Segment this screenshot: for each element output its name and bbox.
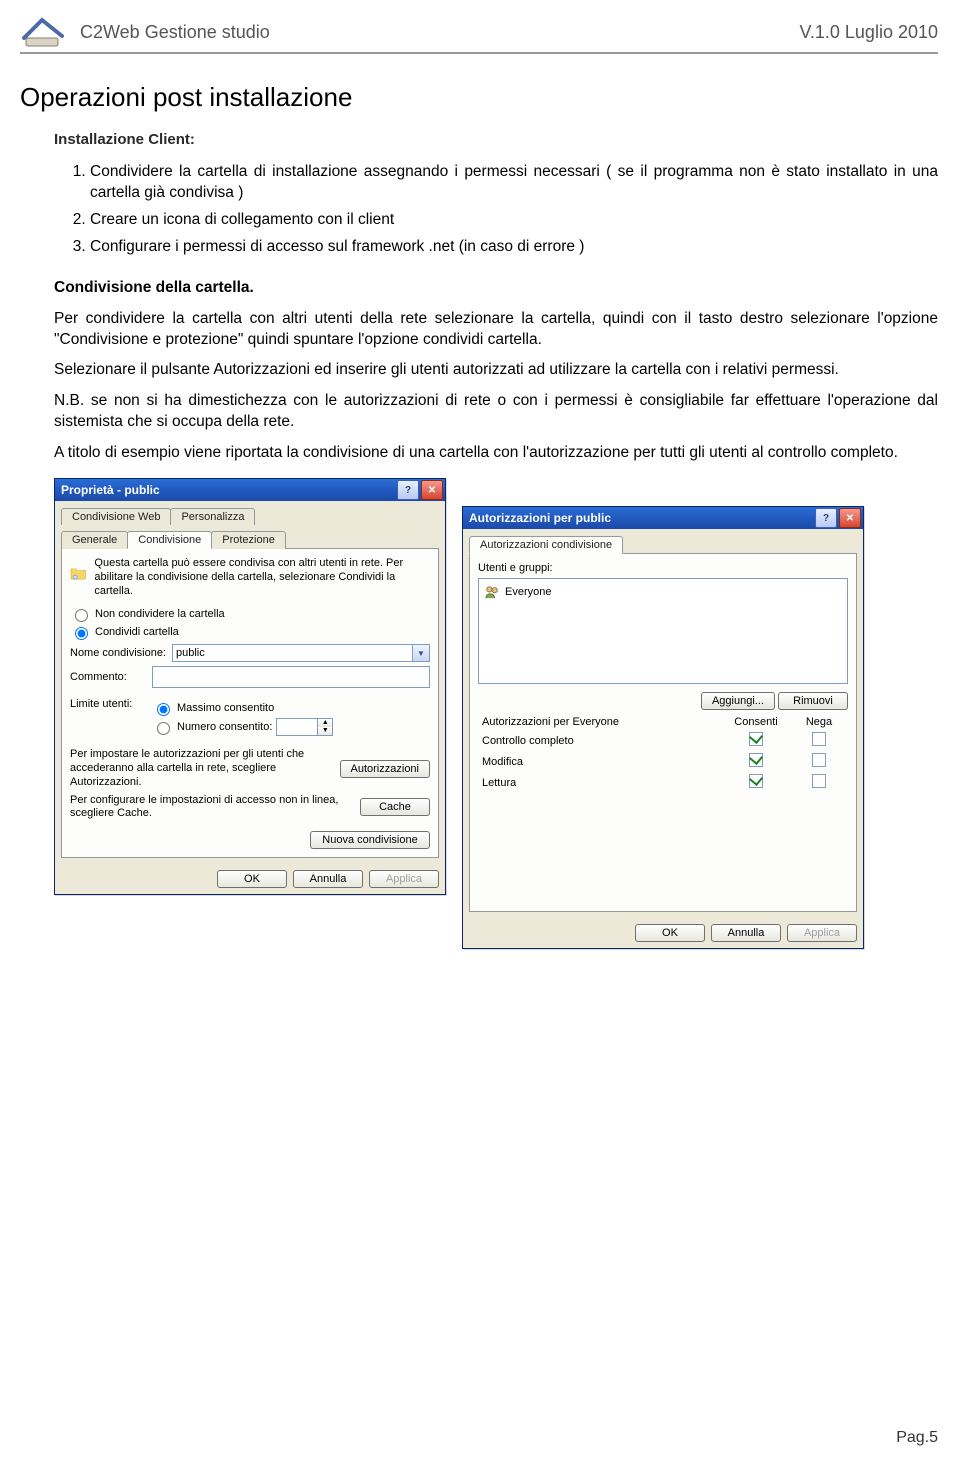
cache-text: Per configurare le impostazioni di acces…: [70, 794, 354, 822]
permissions-panel: Utenti e gruppi: Everyone Aggiungi... Ri…: [469, 553, 857, 912]
deny-checkbox[interactable]: [812, 753, 826, 767]
dialog-permissions: Autorizzazioni per public ? ✕ Autorizzaz…: [462, 506, 864, 949]
perm-name: Lettura: [478, 772, 722, 793]
users-groups-label: Utenti e gruppi:: [478, 562, 848, 574]
header-left: C2Web Gestione studio: [80, 22, 270, 43]
dialog-permissions-title: Autorizzazioni per public: [469, 511, 611, 525]
para-1: Per condividere la cartella con altri ut…: [54, 309, 938, 351]
new-share-button[interactable]: Nuova condivisione: [310, 831, 430, 849]
radio-max-allowed[interactable]: Massimo consentito: [152, 700, 430, 716]
close-icon[interactable]: ✕: [421, 480, 443, 500]
radio-num-label: Numero consentito:: [177, 721, 272, 733]
tabs-row-2: Generale Condivisione Protezione: [55, 524, 457, 548]
tab-security[interactable]: Protezione: [211, 531, 286, 549]
radio-num-allowed[interactable]: Numero consentito: ▲▼: [152, 718, 430, 736]
radio-max-input[interactable]: [157, 703, 170, 716]
dialog-properties-buttons: OK Annulla Applica: [55, 864, 445, 894]
apply-button[interactable]: Applica: [787, 924, 857, 942]
dialog-properties-title: Proprietà - public: [61, 483, 160, 497]
users-listbox[interactable]: Everyone: [478, 578, 848, 684]
sharing-info-text: Questa cartella può essere condivisa con…: [94, 557, 430, 598]
tab-web-sharing[interactable]: Condivisione Web: [61, 508, 171, 525]
tab-share-permissions[interactable]: Autorizzazioni condivisione: [469, 536, 623, 554]
shared-folder-icon: [70, 557, 86, 589]
help-icon[interactable]: ?: [397, 480, 419, 500]
cache-button[interactable]: Cache: [360, 798, 430, 816]
step-1: Condividere la cartella di installazione…: [90, 162, 938, 204]
dialog-permissions-tabs: Autorizzazioni condivisione: [463, 529, 863, 553]
subhead-install-client: Installazione Client:: [54, 131, 938, 148]
close-icon[interactable]: ✕: [839, 508, 861, 528]
deny-checkbox[interactable]: [812, 774, 826, 788]
perm-row-full-control: Controllo completo: [478, 730, 848, 751]
chevron-down-icon[interactable]: ▼: [318, 727, 332, 735]
add-user-button[interactable]: Aggiungi...: [701, 692, 775, 710]
subhead-share-folder: Condivisione della cartella.: [54, 278, 938, 299]
install-steps: Condividere la cartella di installazione…: [90, 162, 938, 258]
help-icon[interactable]: ?: [815, 508, 837, 528]
allow-checkbox[interactable]: [749, 732, 763, 746]
chevron-up-icon[interactable]: ▲: [318, 719, 332, 727]
radio-share-label: Condividi cartella: [95, 626, 179, 638]
step-3: Configurare i permessi di accesso sul fr…: [90, 237, 938, 258]
col-allow: Consenti: [722, 714, 790, 730]
cancel-button[interactable]: Annulla: [711, 924, 781, 942]
dialog-permissions-titlebar[interactable]: Autorizzazioni per public ? ✕: [463, 507, 863, 529]
share-name-label: Nome condivisione:: [70, 647, 166, 659]
ok-button[interactable]: OK: [635, 924, 705, 942]
radio-max-label: Massimo consentito: [177, 702, 274, 714]
header-right: V.1.0 Luglio 2010: [800, 22, 938, 43]
para-3: N.B. se non si ha dimestichezza con le a…: [54, 391, 938, 433]
radio-num-input[interactable]: [157, 722, 170, 735]
comment-label: Commento:: [70, 671, 146, 683]
chevron-down-icon[interactable]: ▼: [412, 645, 429, 661]
para-4: A titolo di esempio viene riportata la c…: [54, 443, 938, 464]
perm-name: Modifica: [478, 751, 722, 772]
logo-icon: [20, 14, 68, 50]
radio-share-input[interactable]: [75, 627, 88, 640]
allow-checkbox[interactable]: [749, 774, 763, 788]
remove-user-button[interactable]: Rimuovi: [778, 692, 848, 710]
share-name-input[interactable]: [172, 644, 430, 662]
cancel-button[interactable]: Annulla: [293, 870, 363, 888]
dialog-permissions-buttons: OK Annulla Applica: [463, 918, 863, 948]
page-header: C2Web Gestione studio V.1.0 Luglio 2010: [20, 14, 938, 54]
radio-no-share-label: Non condividere la cartella: [95, 608, 225, 620]
perm-row-read: Lettura: [478, 772, 848, 793]
limit-label: Limite utenti:: [70, 698, 146, 710]
page-title: Operazioni post installazione: [20, 82, 938, 113]
perm-name: Controllo completo: [478, 730, 722, 751]
sharing-panel: Questa cartella può essere condivisa con…: [61, 548, 439, 858]
user-count-spinner[interactable]: ▲▼: [276, 718, 333, 736]
dialog-properties-titlebar[interactable]: Proprietà - public ? ✕: [55, 479, 445, 501]
ok-button[interactable]: OK: [217, 870, 287, 888]
dialog-properties: Proprietà - public ? ✕ Condivisione Web …: [54, 478, 446, 895]
radio-no-share-input[interactable]: [75, 609, 88, 622]
perm-row-modify: Modifica: [478, 751, 848, 772]
deny-checkbox[interactable]: [812, 732, 826, 746]
permissions-table: Autorizzazioni per Everyone Consenti Neg…: [478, 714, 848, 793]
step-2: Creare un icona di collegamento con il c…: [90, 210, 938, 231]
tabs-row-1: Condivisione Web Personalizza: [55, 501, 445, 524]
tab-customize[interactable]: Personalizza: [170, 508, 255, 525]
group-icon: [485, 585, 499, 599]
figures-row: Proprietà - public ? ✕ Condivisione Web …: [54, 478, 938, 949]
apply-button[interactable]: Applica: [369, 870, 439, 888]
comment-input[interactable]: [152, 666, 430, 688]
para-2: Selezionare il pulsante Autorizzazioni e…: [54, 360, 938, 381]
tab-sharing[interactable]: Condivisione: [127, 531, 212, 549]
perm-header-label: Autorizzazioni per Everyone: [478, 714, 722, 730]
page-number: Pag.5: [896, 1429, 938, 1447]
allow-checkbox[interactable]: [749, 753, 763, 767]
radio-share[interactable]: Condividi cartella: [70, 624, 430, 640]
permissions-button[interactable]: Autorizzazioni: [340, 760, 430, 778]
col-deny: Nega: [790, 714, 848, 730]
permissions-text: Per impostare le autorizzazioni per gli …: [70, 748, 334, 789]
tab-general[interactable]: Generale: [61, 531, 128, 549]
user-everyone[interactable]: Everyone: [505, 586, 551, 598]
share-name-dropdown[interactable]: ▼: [172, 644, 430, 662]
radio-no-share[interactable]: Non condividere la cartella: [70, 606, 430, 622]
